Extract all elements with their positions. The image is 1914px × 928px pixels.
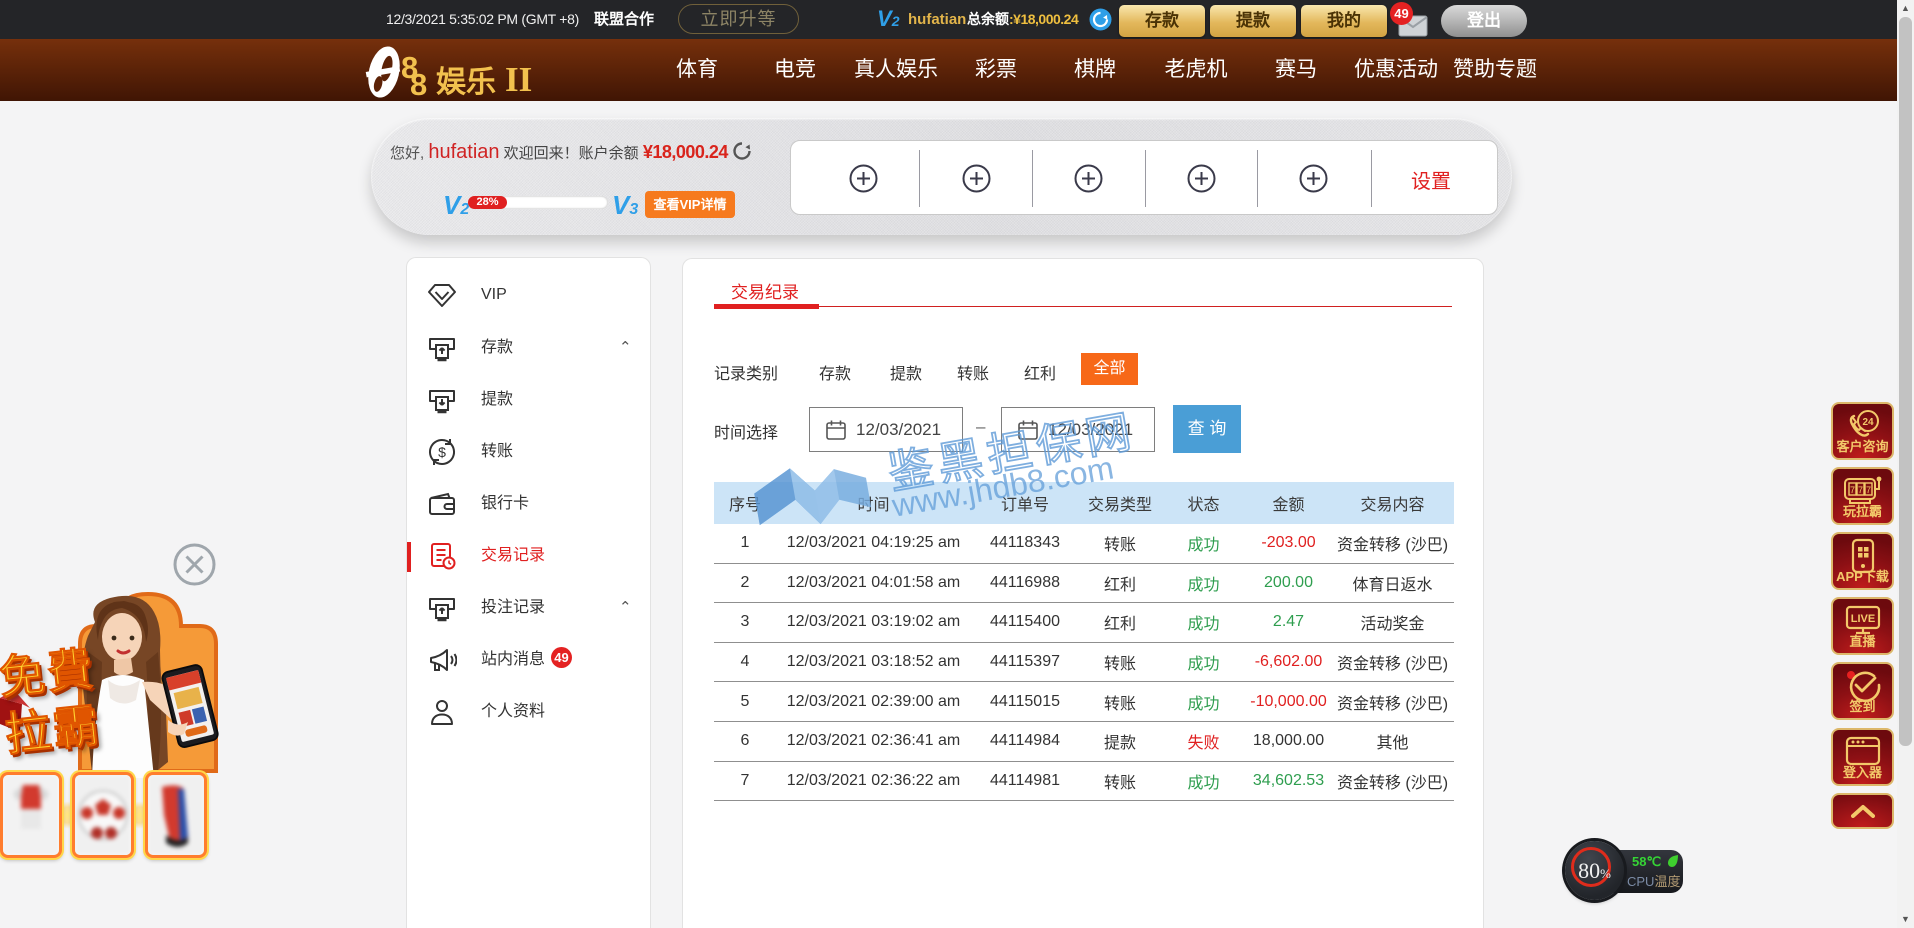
svg-text:II: II [505, 60, 532, 99]
svg-text:7: 7 [1865, 485, 1870, 495]
svg-text:7: 7 [1849, 485, 1854, 495]
svg-text:24: 24 [1862, 417, 1874, 428]
svg-text:娱乐: 娱乐 [436, 66, 496, 99]
svg-text:8: 8 [410, 67, 427, 102]
svg-text:7: 7 [1857, 485, 1862, 495]
svg-text:$: $ [438, 444, 446, 460]
svg-text:LIVE: LIVE [1850, 613, 1874, 625]
